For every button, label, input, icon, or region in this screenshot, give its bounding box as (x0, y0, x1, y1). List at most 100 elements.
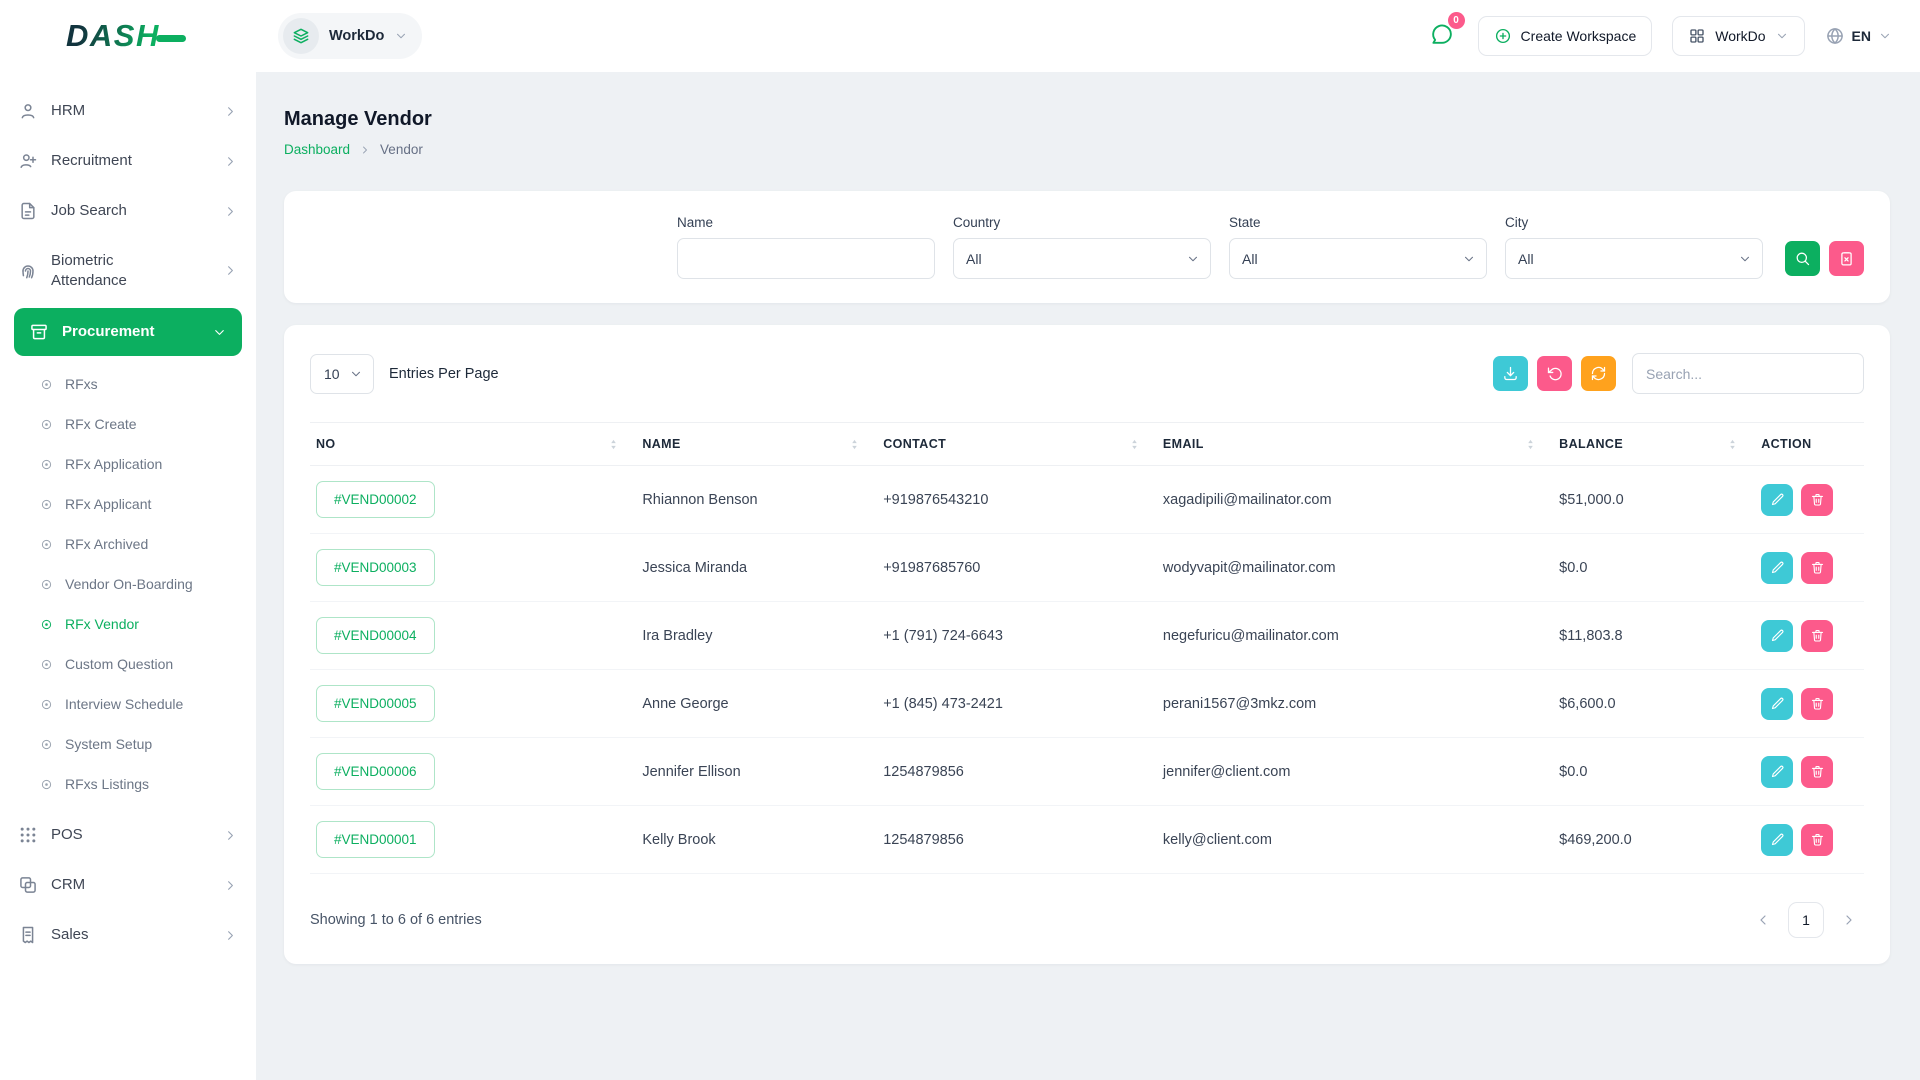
sub-dot-icon (40, 418, 53, 431)
sidebar-item-system-setup[interactable]: System Setup (0, 724, 256, 764)
sidebar-item-vendor-on-boarding[interactable]: Vendor On-Boarding (0, 564, 256, 604)
cell-email: perani1567@3mkz.com (1157, 670, 1553, 738)
sidebar-item-rfx-create[interactable]: RFx Create (0, 404, 256, 444)
delete-button[interactable] (1801, 688, 1833, 720)
crm-icon (18, 875, 38, 895)
sidebar-item-procurement[interactable]: Procurement (14, 308, 242, 356)
cell-name: Jennifer Ellison (636, 738, 877, 806)
edit-button[interactable] (1761, 824, 1793, 856)
sidebar-item-rfxs[interactable]: RFxs (0, 364, 256, 404)
breadcrumb-dashboard-link[interactable]: Dashboard (284, 142, 350, 157)
vendor-id-badge[interactable]: #VEND00005 (316, 685, 435, 722)
sub-dot-icon (40, 658, 53, 671)
sidebar-item-interview-schedule[interactable]: Interview Schedule (0, 684, 256, 724)
workspace-switcher[interactable]: WorkDo (278, 13, 422, 59)
table-toolbar: 10 Entries Per Page (310, 353, 1864, 394)
cell-contact: +919876543210 (877, 466, 1157, 534)
prev-page-button[interactable] (1748, 905, 1778, 935)
column-label: CONTACT (883, 437, 946, 451)
cell-contact: +91987685760 (877, 534, 1157, 602)
sidebar-item-label: HRM (51, 101, 183, 121)
cell-contact: +1 (791) 724-6643 (877, 602, 1157, 670)
create-workspace-button[interactable]: Create Workspace (1478, 16, 1653, 56)
sidebar-item-biometric-attendance[interactable]: Biometric Attendance (0, 236, 256, 305)
delete-button[interactable] (1801, 620, 1833, 652)
sub-dot-icon (40, 458, 53, 471)
sidebar-item-custom-question[interactable]: Custom Question (0, 644, 256, 684)
cell-contact: +1 (845) 473-2421 (877, 670, 1157, 738)
edit-button[interactable] (1761, 620, 1793, 652)
sidebar-item-rfx-applicant[interactable]: RFx Applicant (0, 484, 256, 524)
sidebar-item-rfx-application[interactable]: RFx Application (0, 444, 256, 484)
sidebar-item-label: POS (51, 825, 183, 845)
language-selector[interactable]: EN (1825, 26, 1892, 46)
delete-button[interactable] (1801, 484, 1833, 516)
sub-dot-icon (40, 538, 53, 551)
sidebar-item-job-search[interactable]: Job Search (0, 186, 256, 236)
edit-button[interactable] (1761, 688, 1793, 720)
column-label: EMAIL (1163, 437, 1204, 451)
vendor-table: NONAME CONTACT EMAIL BALANCE ACTION #VEND000… (310, 422, 1864, 874)
filter-reset-button[interactable] (1829, 241, 1864, 276)
sidebar-item-sales[interactable]: Sales (0, 910, 256, 960)
name-filter-label: Name (677, 215, 935, 230)
refresh-button[interactable] (1581, 356, 1616, 391)
export-button[interactable] (1493, 356, 1528, 391)
app-logo[interactable]: DASH (28, 18, 278, 54)
cell-balance: $469,200.0 (1553, 806, 1755, 874)
state-select[interactable]: All (1229, 238, 1487, 279)
filter-actions (1785, 241, 1864, 279)
sidebar-item-crm[interactable]: CRM (0, 860, 256, 910)
cell-email: xagadipili@mailinator.com (1157, 466, 1553, 534)
next-page-button[interactable] (1834, 905, 1864, 935)
messages-button[interactable]: 0 (1425, 18, 1458, 54)
column-header-name[interactable]: NAME (636, 423, 877, 466)
fingerprint-icon (18, 261, 38, 281)
vendor-id-badge[interactable]: #VEND00006 (316, 753, 435, 790)
sidebar-item-hrm[interactable]: HRM (0, 86, 256, 136)
cell-balance: $0.0 (1553, 534, 1755, 602)
column-header-balance[interactable]: BALANCE (1553, 423, 1755, 466)
column-header-contact[interactable]: CONTACT (877, 423, 1157, 466)
sidebar-item-rfxs-listings[interactable]: RFxs Listings (0, 764, 256, 804)
vendor-table-body: #VEND00002Rhiannon Benson+919876543210xa… (310, 466, 1864, 874)
undo-button[interactable] (1537, 356, 1572, 391)
vendor-id-badge[interactable]: #VEND00004 (316, 617, 435, 654)
sidebar-item-recruitment[interactable]: Recruitment (0, 136, 256, 186)
sidebar-subitem-label: RFx Archived (65, 536, 148, 552)
edit-button[interactable] (1761, 756, 1793, 788)
vendor-id-badge[interactable]: #VEND00002 (316, 481, 435, 518)
delete-button[interactable] (1801, 552, 1833, 584)
sidebar-subitem-label: RFxs (65, 376, 98, 392)
table-search-input[interactable] (1632, 353, 1864, 394)
delete-button[interactable] (1801, 756, 1833, 788)
column-header-no[interactable]: NO (310, 423, 636, 466)
trash-icon (1810, 492, 1825, 507)
sidebar-item-rfx-vendor[interactable]: RFx Vendor (0, 604, 256, 644)
sidebar-menu: HRM RecruitmentJob SearchBiometric Attend… (0, 86, 256, 960)
trash-icon (1810, 696, 1825, 711)
column-label: BALANCE (1559, 437, 1623, 451)
page-1-button[interactable]: 1 (1788, 902, 1824, 938)
company-menu-label: WorkDo (1715, 28, 1765, 44)
vendor-id-badge[interactable]: #VEND00001 (316, 821, 435, 858)
org-icon (1688, 27, 1706, 45)
column-label: ACTION (1761, 437, 1811, 451)
column-header-email[interactable]: EMAIL (1157, 423, 1553, 466)
filter-search-button[interactable] (1785, 241, 1820, 276)
sidebar-item-pos[interactable]: POS (0, 810, 256, 860)
sidebar-subitem-label: RFxs Listings (65, 776, 149, 792)
entries-per-page-select[interactable]: 10 (310, 354, 374, 394)
edit-button[interactable] (1761, 484, 1793, 516)
company-menu-button[interactable]: WorkDo (1672, 16, 1804, 56)
country-select[interactable]: All (953, 238, 1211, 279)
delete-button[interactable] (1801, 824, 1833, 856)
sidebar-subitem-label: System Setup (65, 736, 152, 752)
name-filter-field: Name (677, 215, 935, 279)
name-filter-input[interactable] (677, 238, 935, 279)
vendor-id-badge[interactable]: #VEND00003 (316, 549, 435, 586)
city-select[interactable]: All (1505, 238, 1763, 279)
edit-button[interactable] (1761, 552, 1793, 584)
cell-balance: $6,600.0 (1553, 670, 1755, 738)
sidebar-item-rfx-archived[interactable]: RFx Archived (0, 524, 256, 564)
